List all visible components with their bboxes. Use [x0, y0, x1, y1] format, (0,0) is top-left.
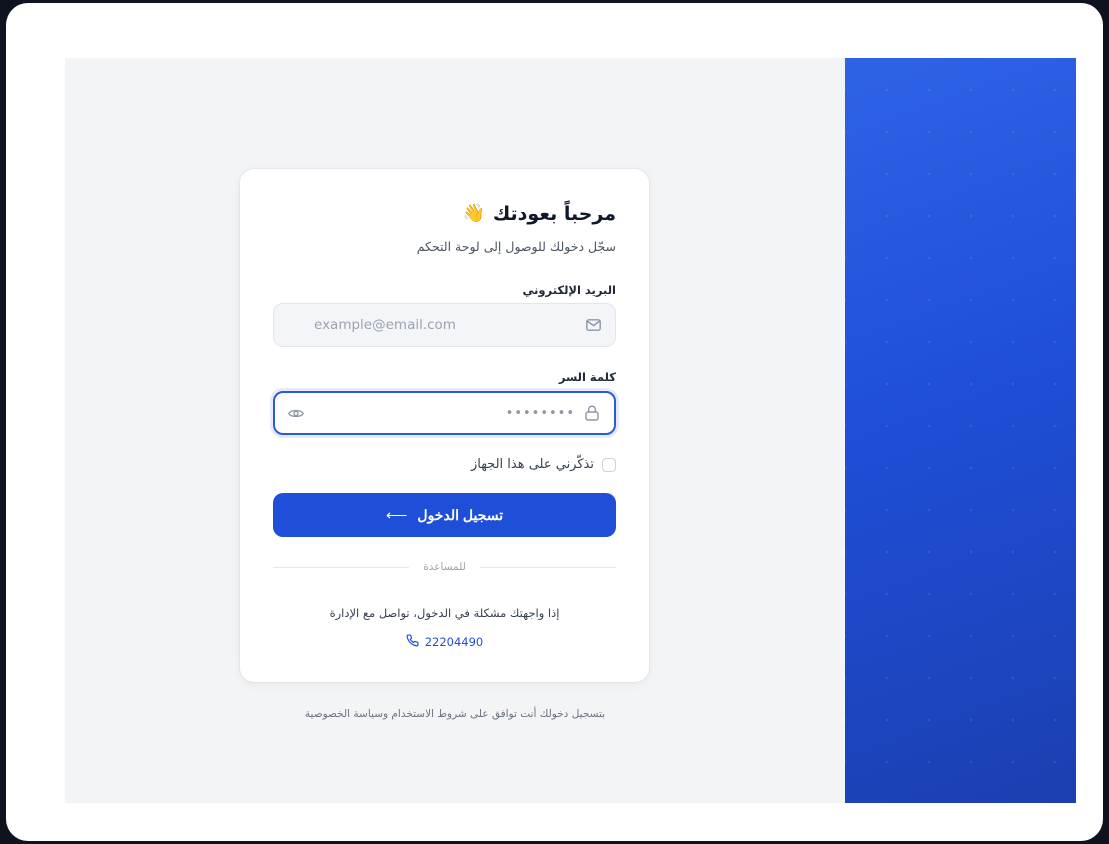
- page-subtitle: سجّل دخولك للوصول إلى لوحة التحكم: [416, 239, 616, 254]
- login-button[interactable]: تسجيل الدخول ⟵: [273, 493, 616, 537]
- email-label: البريد الإلكتروني: [522, 283, 616, 297]
- password-value: ••••••••: [505, 405, 575, 421]
- eye-icon[interactable]: [287, 404, 305, 422]
- wave-icon: 👋: [462, 203, 485, 224]
- mail-icon: [584, 316, 602, 334]
- divider-label: للمساعدة: [423, 561, 466, 573]
- email-field[interactable]: example@email.com: [273, 303, 616, 347]
- login-pane: مرحباً بعودتك 👋 سجّل دخولك للوصول إلى لو…: [65, 58, 845, 803]
- page-title: مرحباً بعودتك: [492, 203, 616, 225]
- app-window: مرحباً بعودتك 👋 سجّل دخولك للوصول إلى لو…: [6, 3, 1103, 841]
- phone-number: 22204490: [424, 634, 484, 649]
- help-text: إذا واجهتك مشكلة في الدخول، تواصل مع الإ…: [329, 606, 560, 620]
- terms-note: بتسجيل دخولك أنت توافق على شروط الاستخدا…: [304, 708, 606, 720]
- password-label: كلمة السر: [558, 370, 616, 384]
- phone-icon: [406, 632, 419, 651]
- title-row: مرحباً بعودتك 👋: [462, 203, 616, 225]
- divider-line: [273, 566, 410, 568]
- login-button-label: تسجيل الدخول: [417, 506, 504, 523]
- password-field[interactable]: ••••••••: [273, 391, 616, 435]
- arrow-left-icon: ⟵: [385, 507, 408, 524]
- login-card: مرحباً بعودتك 👋 سجّل دخولك للوصول إلى لو…: [240, 169, 649, 682]
- remember-label: تذكّرني على هذا الجهاز: [470, 457, 594, 472]
- lock-icon: [583, 404, 601, 422]
- divider-line: [479, 566, 616, 568]
- phone-link[interactable]: 22204490: [240, 632, 649, 651]
- remember-checkbox[interactable]: [602, 457, 616, 472]
- brand-panel: [845, 58, 1076, 803]
- help-divider: للمساعدة: [273, 561, 616, 573]
- email-placeholder: example@email.com: [314, 317, 456, 333]
- remember-me[interactable]: تذكّرني على هذا الجهاز: [471, 457, 616, 472]
- login-stage: مرحباً بعودتك 👋 سجّل دخولك للوصول إلى لو…: [65, 58, 1076, 803]
